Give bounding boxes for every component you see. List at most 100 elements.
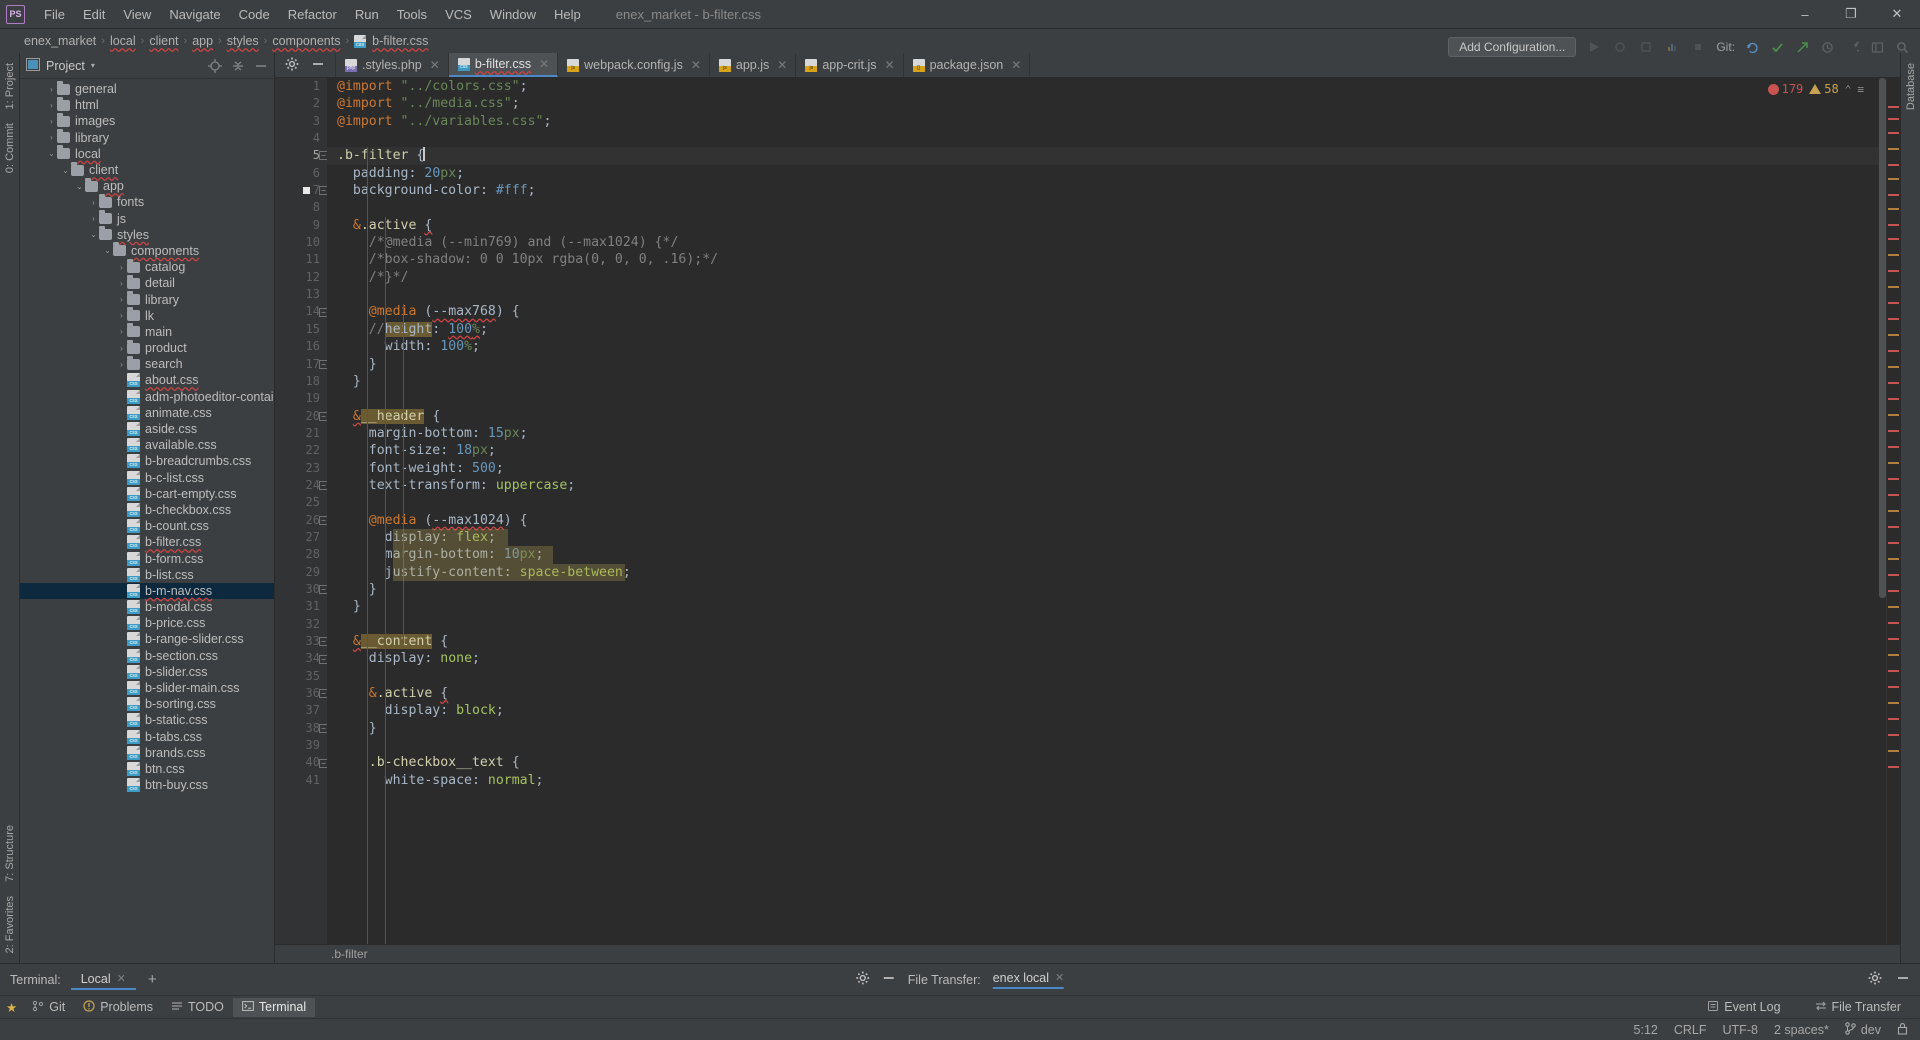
breadcrumb-item-app[interactable]: app — [192, 34, 213, 48]
code-line[interactable] — [327, 390, 1886, 407]
breadcrumb-file[interactable]: b-filter.css — [354, 34, 428, 48]
error-stripe-mark[interactable] — [1888, 350, 1899, 352]
error-stripe-mark[interactable] — [1888, 254, 1899, 256]
error-stripe-mark[interactable] — [1888, 270, 1899, 272]
code-line[interactable]: /*@media (--min769) and (--max1024) {*/ — [327, 234, 1886, 251]
breadcrumb-item-client[interactable]: client — [149, 34, 178, 48]
line-number[interactable]: 6 — [275, 165, 327, 182]
code-line[interactable]: font-weight: 500; — [327, 460, 1886, 477]
error-stripe-mark[interactable] — [1888, 178, 1899, 180]
error-stripe-mark[interactable] — [1888, 718, 1899, 720]
code-line[interactable]: } — [327, 598, 1886, 615]
tree-file[interactable]: btn-buy.css — [20, 777, 274, 793]
line-number-gutter[interactable]: 1 2 3 4 5 6 7 8 9 10 11 12 13 14 15 16 17 18 19 20 21 22 23 24 2… — [275, 78, 328, 944]
tree-folder[interactable]: › fonts — [20, 193, 274, 210]
chevron-right-icon[interactable]: › — [116, 360, 127, 369]
error-stripe-gutter[interactable] — [1886, 78, 1900, 944]
tree-file[interactable]: available.css — [20, 437, 274, 453]
line-number[interactable]: 15 — [275, 321, 327, 338]
code-line[interactable] — [327, 737, 1886, 754]
code-line[interactable]: .b-filter { — [327, 147, 1886, 165]
chevron-right-icon[interactable]: › — [88, 198, 99, 207]
tree-folder[interactable]: › detail — [20, 274, 274, 291]
close-icon[interactable]: ✕ — [777, 58, 787, 72]
close-icon[interactable]: ✕ — [430, 58, 440, 72]
tree-file[interactable]: b-cart-empty.css — [20, 486, 274, 502]
undo-icon[interactable] — [1844, 39, 1860, 55]
breadcrumb-item-styles[interactable]: styles — [227, 34, 259, 48]
error-stripe-mark[interactable] — [1888, 670, 1899, 672]
tree-folder[interactable]: ⌄ local — [20, 145, 274, 162]
coverage-icon[interactable] — [1638, 39, 1654, 55]
menu-code[interactable]: Code — [230, 3, 279, 26]
code-line[interactable]: font-size: 18px; — [327, 442, 1886, 459]
line-number[interactable]: 25 — [275, 494, 327, 511]
code-line[interactable]: } — [327, 373, 1886, 390]
tree-folder[interactable]: › general — [20, 80, 274, 97]
code-line[interactable]: margin-bottom: 15px; — [327, 425, 1886, 442]
chevron-right-icon[interactable]: › — [46, 133, 57, 142]
tree-file[interactable]: b-slider.css — [20, 664, 274, 680]
menu-vcs[interactable]: VCS — [436, 3, 481, 26]
error-stripe-mark[interactable] — [1888, 118, 1899, 120]
line-separator[interactable]: CRLF — [1674, 1023, 1707, 1037]
tree-file[interactable]: b-slider-main.css — [20, 680, 274, 696]
error-stripe-mark[interactable] — [1888, 164, 1899, 166]
git-push-icon[interactable] — [1794, 39, 1810, 55]
chevron-right-icon[interactable]: › — [116, 327, 127, 336]
code-line[interactable]: justify-content: space-between; — [327, 564, 1886, 581]
error-stripe-mark[interactable] — [1888, 132, 1899, 134]
menu-refactor[interactable]: Refactor — [279, 3, 346, 26]
chevron-right-icon[interactable]: › — [116, 344, 127, 353]
code-line[interactable]: } — [327, 720, 1886, 737]
bookmark-marker[interactable] — [303, 187, 310, 195]
git-history-icon[interactable] — [1819, 39, 1835, 55]
editor-tab-package-json[interactable]: package.json ✕ — [904, 53, 1031, 77]
tool-button-git[interactable]: Git — [23, 998, 74, 1017]
editor-tab-app-js[interactable]: app.js ✕ — [710, 53, 797, 77]
add-terminal-button[interactable]: + — [148, 971, 157, 988]
close-icon[interactable]: ✕ — [885, 58, 895, 72]
code-line[interactable]: //height: 100%; — [327, 321, 1886, 338]
close-icon[interactable]: ✕ — [1055, 971, 1064, 984]
error-stripe-mark[interactable] — [1888, 494, 1899, 496]
favorites-star-icon[interactable]: ★ — [6, 1000, 17, 1015]
terminal-tab-local[interactable]: Local ✕ — [70, 970, 136, 990]
chevron-right-icon[interactable]: › — [116, 311, 127, 320]
tree-file[interactable]: b-breadcrumbs.css — [20, 453, 274, 469]
tree-folder[interactable]: › library — [20, 291, 274, 307]
code-line[interactable]: /*box-shadow: 0 0 10px rgba(0, 0, 0, .16… — [327, 251, 1886, 268]
chevron-down-icon[interactable]: ⌄ — [46, 149, 57, 158]
file-transfer-tab[interactable]: enex local ✕ — [992, 971, 1065, 989]
line-number[interactable]: 23 — [275, 460, 327, 477]
code-line[interactable]: } — [327, 356, 1886, 373]
line-number[interactable]: 22 — [275, 442, 327, 459]
line-number[interactable]: 39 — [275, 737, 327, 754]
error-stripe-mark[interactable] — [1888, 318, 1899, 320]
chevron-right-icon[interactable]: › — [46, 85, 57, 94]
run-icon[interactable] — [1586, 39, 1602, 55]
code-line[interactable] — [327, 494, 1886, 511]
error-stripe-mark[interactable] — [1888, 702, 1899, 704]
collapse-all-icon[interactable] — [231, 59, 245, 73]
tool-button-event-log[interactable]: Event Log — [1698, 998, 1789, 1017]
chevron-right-icon[interactable]: › — [116, 295, 127, 304]
error-stripe-mark[interactable] — [1888, 478, 1899, 480]
code-line[interactable]: @import "../variables.css"; — [327, 113, 1886, 130]
project-file-tree[interactable]: › general › html › images › library ⌄ local ⌄ clien… — [20, 79, 274, 963]
tree-file[interactable]: adm-photoeditor-container.css — [20, 389, 274, 405]
tree-folder[interactable]: › product — [20, 339, 274, 356]
code-line[interactable]: .b-checkbox__text { — [327, 754, 1886, 771]
code-line[interactable] — [327, 668, 1886, 685]
code-line[interactable]: @import "../media.css"; — [327, 95, 1886, 112]
tool-button-problems[interactable]: Problems — [74, 998, 162, 1017]
tree-file[interactable]: animate.css — [20, 405, 274, 421]
line-number[interactable]: 1 — [275, 78, 327, 95]
chevron-up-icon[interactable]: ⌃ — [1845, 83, 1852, 96]
line-number[interactable]: 21 — [275, 425, 327, 442]
warning-count-badge[interactable]: 58 — [1809, 82, 1839, 96]
error-stripe-mark[interactable] — [1888, 734, 1899, 736]
tree-file[interactable]: brands.css — [20, 745, 274, 761]
bottom-minimize-icon[interactable] — [1896, 971, 1910, 988]
line-number[interactable]: 2 — [275, 95, 327, 112]
